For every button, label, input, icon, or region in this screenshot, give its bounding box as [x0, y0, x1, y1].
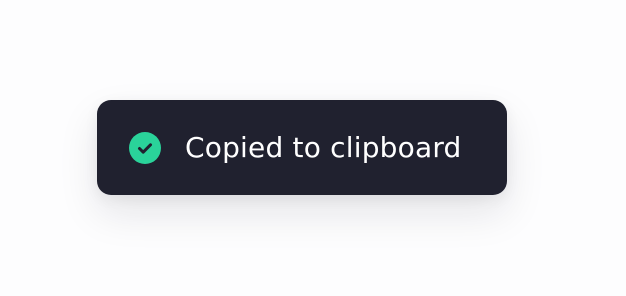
toast-message: Copied to clipboard — [185, 131, 462, 164]
check-circle-icon — [129, 132, 161, 164]
